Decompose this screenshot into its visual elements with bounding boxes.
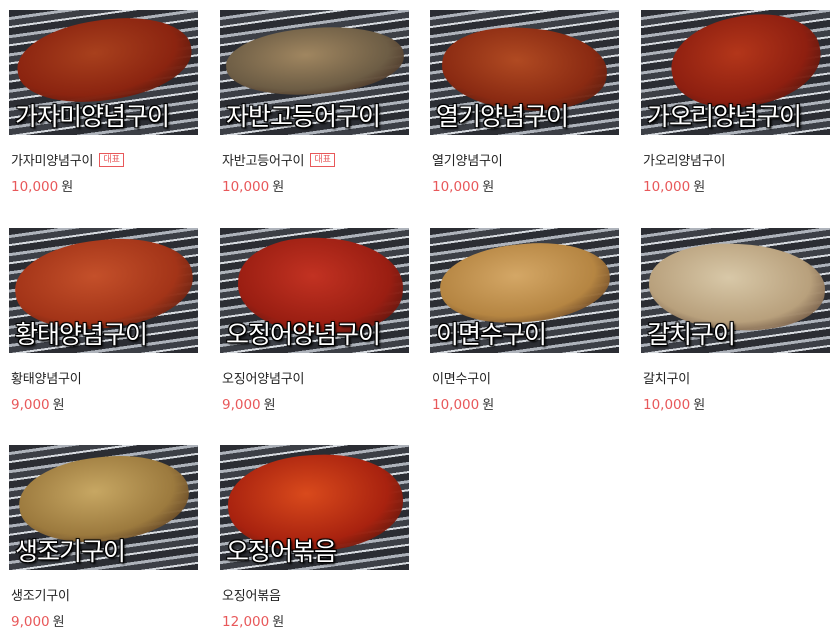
currency-unit: 원: [272, 180, 285, 195]
menu-item-photo[interactable]: 자반고등어구이: [220, 10, 409, 135]
menu-item-name[interactable]: 이면수구이: [432, 368, 491, 387]
menu-item-price: 10,000: [432, 179, 480, 195]
menu-item-name[interactable]: 갈치구이: [643, 368, 690, 387]
menu-item-photo[interactable]: 갈치구이: [641, 228, 830, 353]
menu-item-photo[interactable]: 이면수구이: [430, 228, 619, 353]
currency-unit: 원: [52, 398, 65, 413]
menu-item-price-row: 9,000 원: [11, 611, 65, 630]
menu-item-photo[interactable]: 오징어볶음: [220, 445, 409, 570]
menu-item-name[interactable]: 자반고등어구이: [222, 150, 305, 169]
menu-item-name[interactable]: 오징어양념구이: [222, 368, 305, 387]
menu-item-photo[interactable]: 생조기구이: [9, 445, 198, 570]
menu-item-name-row: 오징어양념구이: [222, 368, 305, 387]
photo-caption: 자반고등어구이: [226, 102, 381, 131]
currency-unit: 원: [693, 398, 706, 413]
menu-item-price-row: 12,000 원: [222, 611, 284, 630]
menu-item-price: 10,000: [643, 397, 691, 413]
menu-item-name-row: 자반고등어구이 대표: [222, 150, 335, 169]
menu-item-price-row: 10,000 원: [11, 176, 73, 195]
photo-caption: 황태양념구이: [15, 320, 148, 349]
menu-item-price: 10,000: [643, 179, 691, 195]
menu-item-price: 10,000: [222, 179, 270, 195]
menu-item-card[interactable]: 갈치구이 갈치구이 10,000 원: [641, 228, 831, 413]
menu-item-card[interactable]: 가자미양념구이 가자미양념구이 대표 10,000 원: [9, 10, 199, 195]
menu-item-price: 9,000: [222, 397, 261, 413]
menu-item-price-row: 9,000 원: [222, 394, 276, 413]
menu-item-photo[interactable]: 가자미양념구이: [9, 10, 198, 135]
currency-unit: 원: [693, 180, 706, 195]
menu-item-price: 10,000: [432, 397, 480, 413]
currency-unit: 원: [272, 615, 285, 630]
currency-unit: 원: [263, 398, 276, 413]
menu-item-price-row: 10,000 원: [643, 176, 705, 195]
menu-item-photo[interactable]: 열기양념구이: [430, 10, 619, 135]
currency-unit: 원: [482, 180, 495, 195]
menu-item-name[interactable]: 가오리양념구이: [643, 150, 726, 169]
menu-item-name[interactable]: 생조기구이: [11, 585, 70, 604]
menu-item-name-row: 열기양념구이: [432, 150, 503, 169]
menu-item-price-row: 10,000 원: [643, 394, 705, 413]
menu-item-card[interactable]: 자반고등어구이 자반고등어구이 대표 10,000 원: [220, 10, 410, 195]
signature-badge: 대표: [310, 152, 335, 167]
photo-caption: 이면수구이: [436, 320, 547, 349]
menu-item-card[interactable]: 생조기구이 생조기구이 9,000 원: [9, 445, 199, 630]
menu-item-card[interactable]: 황태양념구이 황태양념구이 9,000 원: [9, 228, 199, 413]
menu-item-price-row: 10,000 원: [432, 394, 494, 413]
signature-badge: 대표: [99, 152, 124, 167]
menu-item-name-row: 갈치구이: [643, 368, 690, 387]
menu-item-card[interactable]: 열기양념구이 열기양념구이 10,000 원: [430, 10, 620, 195]
menu-item-name-row: 황태양념구이: [11, 368, 82, 387]
menu-item-name-row: 오징어볶음: [222, 585, 281, 604]
menu-item-name[interactable]: 가자미양념구이: [11, 150, 94, 169]
menu-item-price-row: 9,000 원: [11, 394, 65, 413]
photo-caption: 갈치구이: [647, 320, 736, 349]
menu-item-name[interactable]: 오징어볶음: [222, 585, 281, 604]
menu-item-name-row: 생조기구이: [11, 585, 70, 604]
menu-item-card[interactable]: 가오리양념구이 가오리양념구이 10,000 원: [641, 10, 831, 195]
menu-item-name-row: 가오리양념구이: [643, 150, 726, 169]
menu-item-price-row: 10,000 원: [222, 176, 284, 195]
menu-item-price-row: 10,000 원: [432, 176, 494, 195]
menu-item-card[interactable]: 오징어볶음 오징어볶음 12,000 원: [220, 445, 410, 630]
menu-item-price: 12,000: [222, 614, 270, 630]
currency-unit: 원: [61, 180, 74, 195]
menu-item-photo[interactable]: 가오리양념구이: [641, 10, 830, 135]
menu-item-photo[interactable]: 오징어양념구이: [220, 228, 409, 353]
photo-caption: 생조기구이: [15, 537, 126, 566]
menu-item-price: 10,000: [11, 179, 59, 195]
photo-caption: 열기양념구이: [436, 102, 569, 131]
photo-caption: 가오리양념구이: [647, 102, 802, 131]
menu-item-name-row: 이면수구이: [432, 368, 491, 387]
photo-caption: 가자미양념구이: [15, 102, 170, 131]
menu-item-price: 9,000: [11, 614, 50, 630]
photo-caption: 오징어양념구이: [226, 320, 381, 349]
menu-item-card[interactable]: 이면수구이 이면수구이 10,000 원: [430, 228, 620, 413]
menu-item-name[interactable]: 열기양념구이: [432, 150, 503, 169]
currency-unit: 원: [52, 615, 65, 630]
menu-item-price: 9,000: [11, 397, 50, 413]
menu-item-photo[interactable]: 황태양념구이: [9, 228, 198, 353]
currency-unit: 원: [482, 398, 495, 413]
menu-item-name-row: 가자미양념구이 대표: [11, 150, 124, 169]
menu-item-card[interactable]: 오징어양념구이 오징어양념구이 9,000 원: [220, 228, 410, 413]
photo-caption: 오징어볶음: [226, 537, 337, 566]
menu-item-name[interactable]: 황태양념구이: [11, 368, 82, 387]
